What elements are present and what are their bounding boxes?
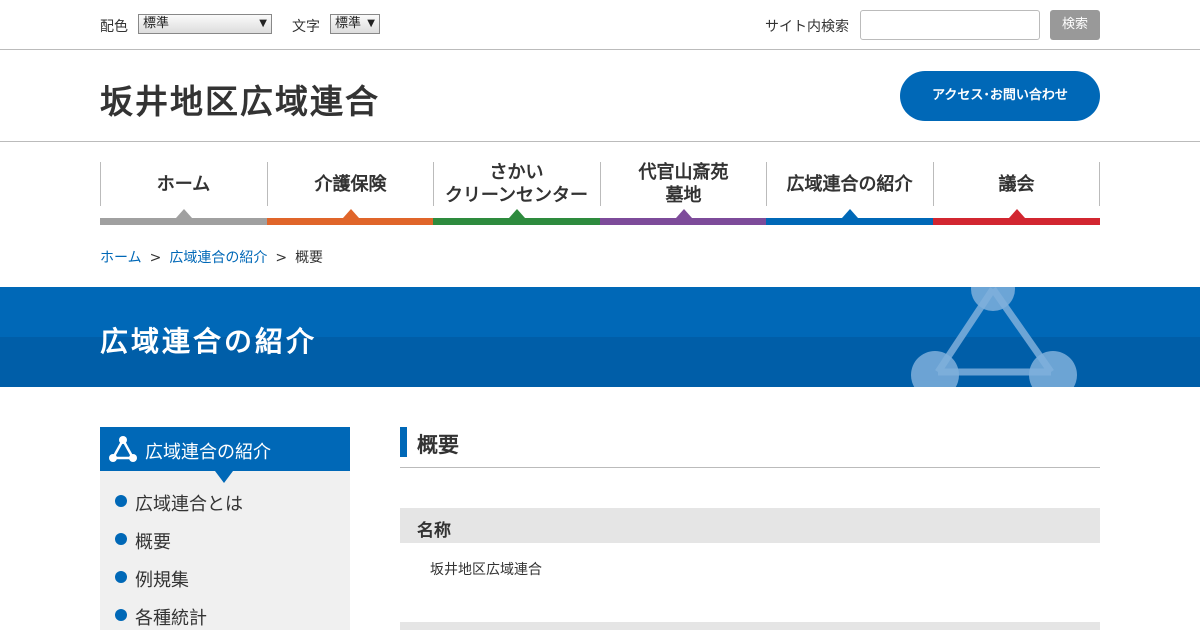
text-size-label: 文字	[292, 19, 320, 35]
nav-color-bar	[433, 218, 600, 225]
nav-color-bar	[933, 218, 1100, 225]
heading-accent-bar	[400, 427, 407, 457]
color-scheme-select[interactable]: 標準 ▼	[138, 14, 272, 34]
breadcrumb-current: 概要	[295, 250, 324, 266]
color-scheme-label: 配色	[100, 19, 128, 35]
sidebar: 広域連合の紹介 広域連合とは 概要 例規集 各種統計	[100, 427, 350, 630]
content-heading: 概要	[400, 427, 1100, 468]
nav-pointer-icon	[508, 209, 525, 218]
breadcrumb: ホーム > 広域連合の紹介 > 概要	[100, 247, 323, 267]
text-size-value: 標準	[335, 16, 362, 31]
bullet-icon	[115, 495, 127, 507]
sidebar-item-label: 概要	[135, 532, 171, 553]
page-title: 広域連合の紹介	[100, 325, 318, 358]
nav-color-bar	[766, 218, 933, 225]
nav-pointer-icon	[841, 209, 858, 218]
breadcrumb-section-link[interactable]: 広域連合の紹介	[169, 250, 267, 266]
nav-item-clean-center[interactable]: さかい クリーンセンター	[433, 162, 600, 225]
search-button[interactable]: 検索	[1050, 10, 1100, 40]
nav-pointer-icon	[175, 209, 192, 218]
section-heading-text: 名称	[417, 521, 451, 541]
section-heading: 名称	[400, 508, 1100, 543]
global-nav: ホーム 介護保険 さかい クリーンセンター 代官山斎苑 墓地 広域連合の紹介 議…	[100, 162, 1100, 225]
sidebar-header[interactable]: 広域連合の紹介	[100, 427, 350, 483]
network-triangle-icon	[911, 287, 1077, 387]
color-scheme-value: 標準	[143, 16, 170, 31]
bullet-icon	[115, 571, 127, 583]
sidebar-pointer-icon	[215, 471, 233, 483]
nav-pointer-icon	[1008, 209, 1025, 218]
dropdown-arrow-icon: ▼	[259, 18, 267, 29]
site-title[interactable]: 坂井地区広域連合	[100, 75, 380, 123]
nav-color-bar	[267, 218, 434, 225]
nav-item-funeral-cemetery[interactable]: 代官山斎苑 墓地	[600, 162, 767, 225]
sidebar-item-label: 各種統計	[135, 608, 207, 629]
page-banner: 広域連合の紹介	[0, 287, 1200, 387]
section-heading	[400, 622, 1100, 630]
site-search-input[interactable]	[860, 10, 1040, 40]
nav-label: 介護保険	[314, 173, 387, 195]
text-size-select[interactable]: 標準 ▼	[330, 14, 380, 34]
nav-label: 議会	[998, 173, 1035, 195]
nav-color-bar	[100, 218, 267, 225]
nav-item-about[interactable]: 広域連合の紹介	[766, 162, 933, 225]
sidebar-item-label: 例規集	[135, 570, 189, 591]
dropdown-arrow-icon: ▼	[367, 18, 375, 29]
bullet-icon	[115, 533, 127, 545]
breadcrumb-separator: >	[149, 250, 162, 266]
breadcrumb-home-link[interactable]: ホーム	[100, 250, 142, 266]
site-header: 坂井地区広域連合 アクセス･お問い合わせ	[0, 51, 1200, 142]
sidebar-item-label: 広域連合とは	[135, 494, 243, 515]
bullet-icon	[115, 609, 127, 621]
nav-label: さかい クリーンセンター	[444, 162, 589, 206]
sidebar-title: 広域連合の紹介	[145, 442, 271, 463]
nav-pointer-icon	[342, 209, 359, 218]
nav-label: 広域連合の紹介	[786, 173, 913, 195]
nav-item-care-insurance[interactable]: 介護保険	[267, 162, 434, 225]
nav-label: 代官山斎苑 墓地	[638, 162, 729, 206]
site-search-label: サイト内検索	[765, 19, 849, 35]
section-body: 坂井地区広域連合	[430, 562, 542, 578]
utility-bar: 配色 標準 ▼ 文字 標準 ▼ サイト内検索 検索	[0, 0, 1200, 50]
nav-pointer-icon	[675, 209, 692, 218]
nav-color-bar	[600, 218, 767, 225]
nav-item-assembly[interactable]: 議会	[933, 162, 1100, 225]
content-heading-text: 概要	[417, 433, 459, 457]
access-contact-button[interactable]: アクセス･お問い合わせ	[900, 71, 1100, 121]
network-triangle-icon	[109, 436, 137, 462]
nav-item-home[interactable]: ホーム	[100, 162, 267, 225]
nav-label: ホーム	[156, 173, 211, 195]
breadcrumb-separator: >	[275, 250, 288, 266]
